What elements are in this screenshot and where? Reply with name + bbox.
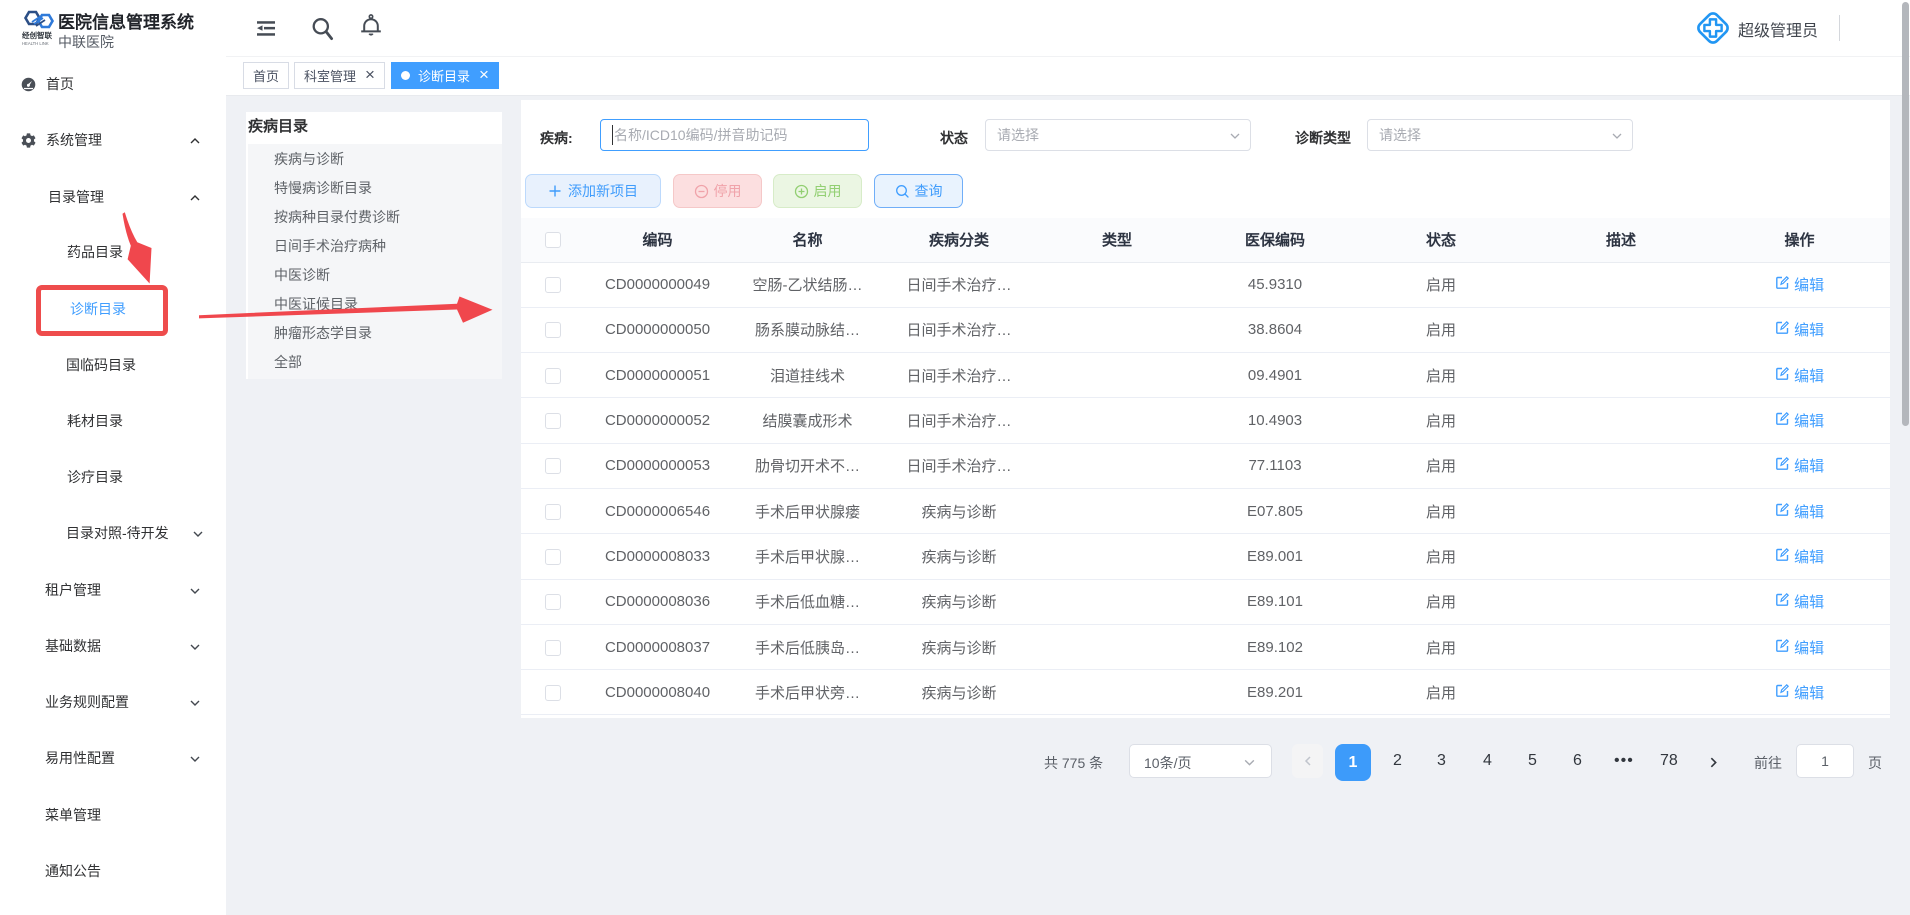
svg-text:经创智联: 经创智联 [22,30,52,40]
svg-text:HEALTH LINK: HEALTH LINK [22,41,49,46]
